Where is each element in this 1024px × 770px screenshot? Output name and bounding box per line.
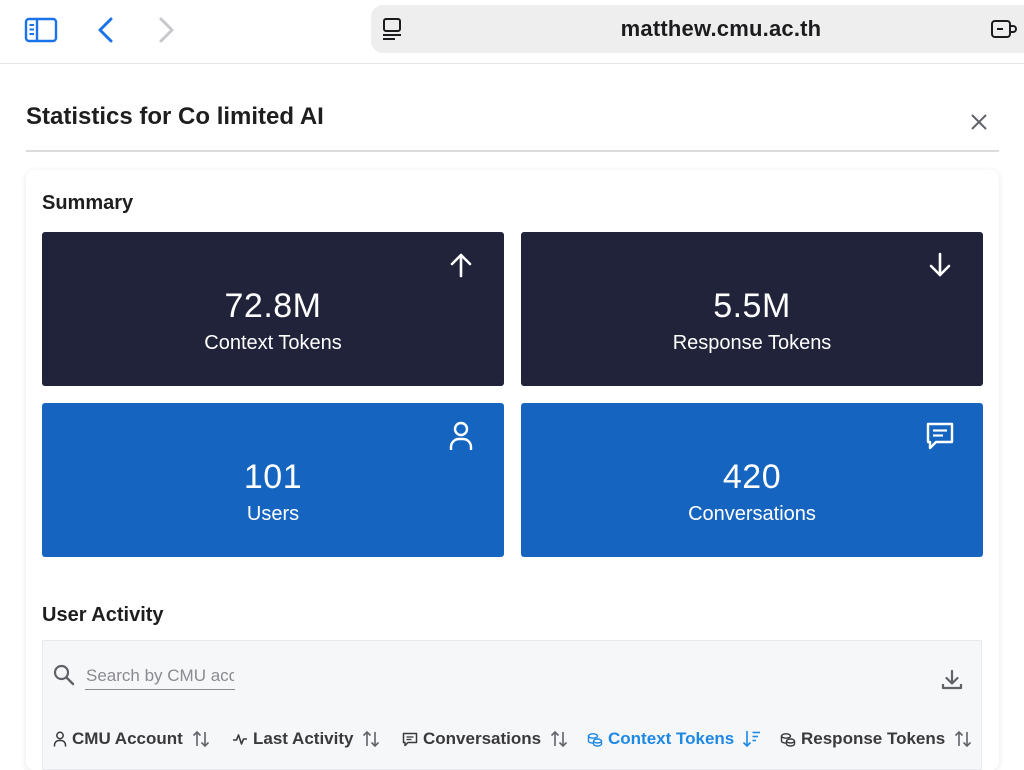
- close-button[interactable]: [965, 108, 993, 136]
- sidebar-toggle-icon[interactable]: [21, 12, 61, 48]
- url-text[interactable]: matthew.cmu.ac.th: [371, 5, 1024, 53]
- close-icon: [971, 114, 987, 130]
- search-icon: [53, 664, 75, 686]
- column-label: CMU Account: [72, 729, 183, 748]
- back-icon[interactable]: [86, 12, 126, 48]
- arrow-down-icon: [925, 250, 955, 280]
- forward-icon[interactable]: [146, 12, 186, 48]
- context-tokens-card: 72.8M Context Tokens: [42, 232, 504, 386]
- response-tokens-value: 5.5M: [713, 287, 791, 325]
- column-label: Conversations: [423, 729, 542, 748]
- activity-icon: [232, 732, 248, 746]
- summary-title: Summary: [42, 192, 134, 214]
- column-last-activity[interactable]: Last Activity: [232, 727, 381, 751]
- column-label: Context Tokens: [608, 729, 735, 748]
- user-icon: [446, 421, 476, 451]
- conversations-value: 420: [722, 458, 782, 496]
- chat-icon: [402, 732, 418, 747]
- sort-icon[interactable]: [191, 729, 211, 749]
- sort-descending-icon[interactable]: [742, 729, 762, 749]
- sort-icon[interactable]: [549, 729, 569, 749]
- users-label: Users: [246, 503, 300, 525]
- response-tokens-label: Response Tokens: [672, 332, 832, 354]
- column-cmu-account[interactable]: CMU Account: [53, 727, 211, 751]
- column-response-tokens[interactable]: Response Tokens: [780, 727, 973, 751]
- user-activity-title: User Activity: [42, 604, 164, 626]
- page-title: Statistics for Co limited AI: [26, 103, 324, 130]
- users-value: 101: [243, 458, 303, 496]
- response-tokens-card: 5.5M Response Tokens: [521, 232, 983, 386]
- user-icon: [53, 731, 67, 747]
- context-tokens-value: 72.8M: [224, 287, 322, 325]
- extensions-icon[interactable]: [984, 11, 1024, 47]
- sort-icon[interactable]: [953, 729, 973, 749]
- address-bar[interactable]: matthew.cmu.ac.th: [371, 5, 1024, 53]
- column-conversations[interactable]: Conversations: [402, 727, 569, 751]
- conversations-label: Conversations: [688, 503, 816, 525]
- download-button[interactable]: [938, 666, 966, 694]
- browser-toolbar: matthew.cmu.ac.th: [0, 0, 1024, 64]
- coins-icon: [780, 732, 796, 747]
- chat-icon: [925, 421, 955, 451]
- conversations-card: 420 Conversations: [521, 403, 983, 557]
- search-input[interactable]: [85, 662, 235, 690]
- coins-icon: [587, 732, 603, 747]
- column-label: Response Tokens: [801, 729, 946, 748]
- download-icon: [941, 669, 963, 690]
- users-card: 101 Users: [42, 403, 504, 557]
- column-context-tokens[interactable]: Context Tokens: [587, 727, 762, 751]
- column-label: Last Activity: [253, 729, 354, 748]
- title-divider: [26, 150, 999, 152]
- search-field[interactable]: [52, 660, 242, 692]
- context-tokens-label: Context Tokens: [204, 332, 342, 354]
- sort-icon[interactable]: [361, 729, 381, 749]
- arrow-up-icon: [446, 250, 476, 280]
